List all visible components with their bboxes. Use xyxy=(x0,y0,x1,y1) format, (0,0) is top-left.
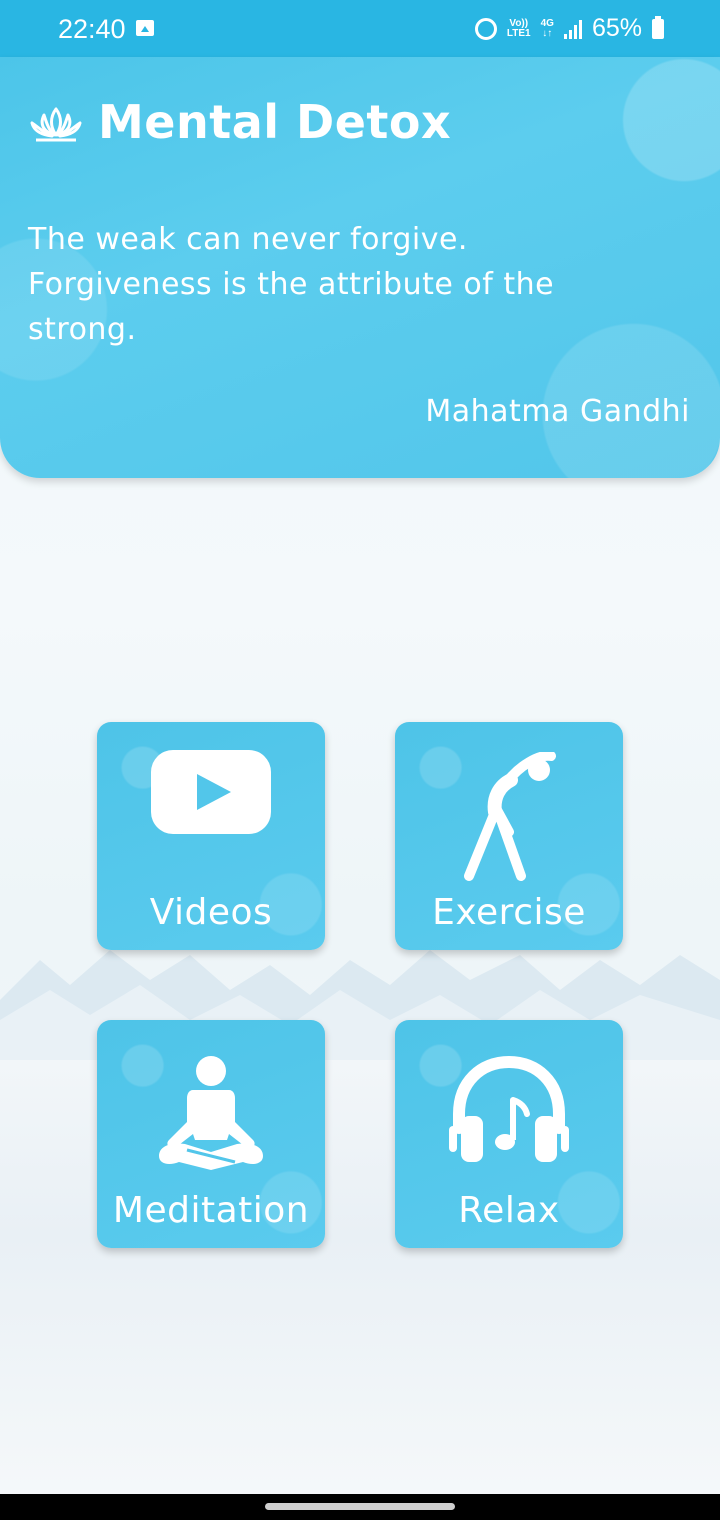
home-handle[interactable] xyxy=(265,1503,455,1510)
quote-author: Mahatma Gandhi xyxy=(425,394,690,429)
network-indicator: Vo)) LTE1 xyxy=(506,18,531,39)
meditation-icon xyxy=(159,1056,263,1170)
quote-text: The weak can never forgive. Forgiveness … xyxy=(28,222,555,347)
battery-percent: 65% xyxy=(591,14,642,42)
data-indicator: 4G ↓↑ xyxy=(541,18,554,39)
status-icons: Vo)) LTE1 4G ↓↑ 65% xyxy=(474,14,664,43)
navigation-bar xyxy=(0,1494,720,1520)
exercise-icon xyxy=(464,752,556,881)
videos-tile[interactable]: Videos xyxy=(97,722,325,950)
headphones-icon xyxy=(449,1056,569,1162)
image-icon xyxy=(136,20,154,36)
videos-label: Videos xyxy=(149,892,273,933)
relax-label: Relax xyxy=(458,1190,560,1231)
relax-tile[interactable]: Relax xyxy=(395,1020,623,1248)
exercise-label: Exercise xyxy=(432,892,586,933)
alarm-icon xyxy=(474,17,497,40)
battery-icon xyxy=(652,15,664,39)
play-video-icon xyxy=(151,750,271,834)
status-bar: 22:40 Vo)) LTE1 4G ↓↑ 65% xyxy=(0,0,720,57)
meditation-tile[interactable]: Meditation xyxy=(97,1020,325,1248)
signal-icon xyxy=(563,19,582,39)
network-bottom: LTE1 xyxy=(506,27,531,39)
meditation-label: Meditation xyxy=(112,1190,310,1231)
exercise-tile[interactable]: Exercise xyxy=(395,722,623,950)
quote-header: Mental Detox The weak can never forgive.… xyxy=(0,57,720,478)
status-time: 22:40 xyxy=(58,14,126,44)
lotus-icon xyxy=(30,107,82,142)
data-bottom: ↓↑ xyxy=(542,27,553,39)
app-title: Mental Detox xyxy=(98,95,452,149)
